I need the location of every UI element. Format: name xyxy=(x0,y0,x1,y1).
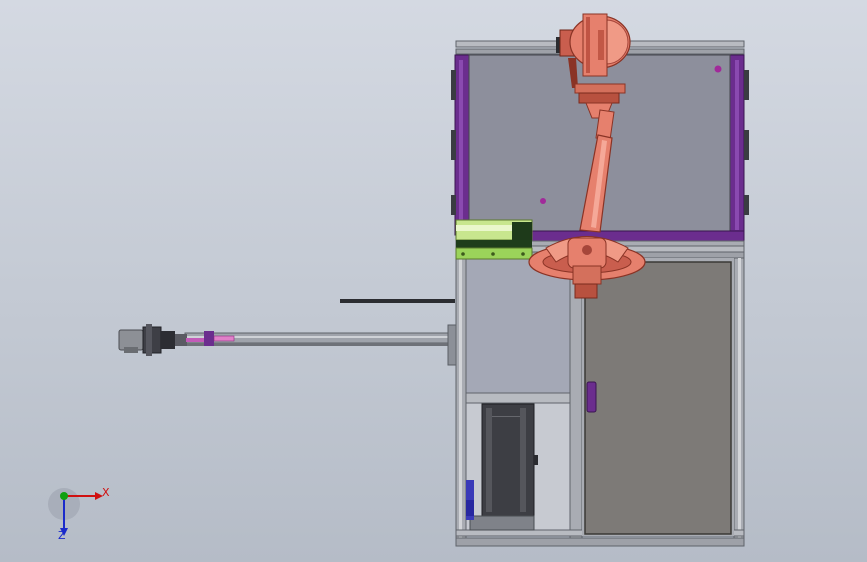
base-cabinet[interactable] xyxy=(465,402,571,531)
y-axis-dot xyxy=(60,492,68,500)
linear-conveyor[interactable] xyxy=(184,299,458,366)
z-axis-label: Z xyxy=(58,529,66,542)
cad-model-scene[interactable] xyxy=(0,0,867,562)
gripper-end-effector[interactable] xyxy=(118,324,235,356)
coordinate-triad xyxy=(48,488,103,536)
green-controller-box[interactable] xyxy=(455,219,533,260)
graphics-viewport[interactable]: X Z xyxy=(0,0,867,562)
electrical-cabinet-door[interactable] xyxy=(582,258,734,536)
x-axis-label: X xyxy=(102,486,110,499)
